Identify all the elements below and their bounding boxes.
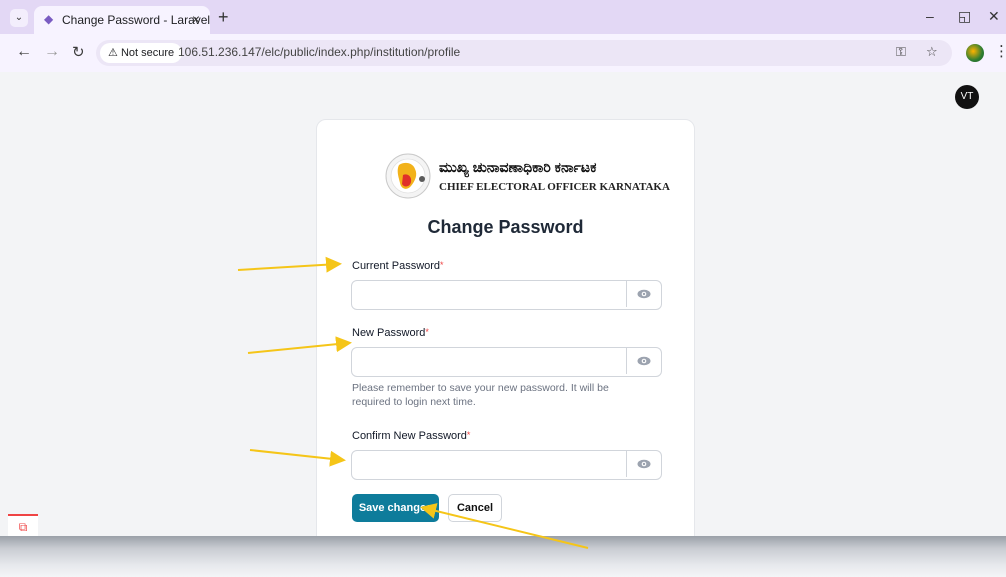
current-password-label-text: Current Password	[352, 260, 441, 272]
eye-icon	[637, 289, 651, 299]
screenshot-shadow	[0, 536, 1006, 577]
restore-icon[interactable]: ◱	[958, 8, 971, 25]
current-password-input[interactable]	[352, 281, 622, 307]
security-chip[interactable]: ⚠ Not secure	[100, 43, 183, 63]
karnataka-seal-icon	[385, 153, 431, 199]
close-window-icon[interactable]: ✕	[988, 8, 1000, 25]
laravel-debugbar-icon[interactable]: ⧉	[8, 514, 38, 536]
security-label: Not secure	[120, 47, 175, 59]
eye-icon	[637, 356, 651, 366]
current-password-label: Current Password*	[352, 260, 444, 272]
password-key-icon[interactable]: ⚿	[896, 44, 906, 60]
browser-menu-icon[interactable]: ⋮	[994, 42, 1006, 60]
toggle-current-password-button[interactable]	[626, 281, 661, 307]
url-text[interactable]: 106.51.236.147/elc/public/index.php/inst…	[178, 45, 460, 59]
browser-window: ⌄ ◆ Change Password - Laravel × + – ◱ ✕ …	[0, 0, 1006, 536]
confirm-password-label: Confirm New Password*	[352, 430, 470, 442]
page-title: Change Password	[427, 217, 584, 237]
tab-strip: ⌄ ◆ Change Password - Laravel × + – ◱ ✕	[0, 0, 1006, 34]
address-bar[interactable]: ⚠ Not secure 106.51.236.147/elc/public/i…	[96, 40, 952, 66]
change-password-card: ಮುಖ್ಯ ಚುನಾವಣಾಧಿಕಾರಿ ಕರ್ನಾಟಕ CHIEF ELECTO…	[316, 119, 695, 536]
required-marker: *	[425, 327, 429, 337]
org-logo: ಮುಖ್ಯ ಚುನಾವಣಾಧಿಕಾರಿ ಕರ್ನಾಟಕ CHIEF ELECTO…	[385, 153, 670, 203]
org-name-english: CHIEF ELECTORAL OFFICER KARNATAKA	[439, 181, 670, 193]
save-changes-button[interactable]: Save changes	[352, 494, 439, 522]
back-icon[interactable]: ←	[16, 43, 32, 61]
toggle-new-password-button[interactable]	[626, 348, 661, 374]
bookmark-star-icon[interactable]: ☆	[926, 44, 938, 60]
password-hint: Please remember to save your new passwor…	[352, 382, 609, 408]
page-content: VT ಮುಖ್ಯ ಚುನಾವಣಾಧಿಕಾರಿ ಕರ್ನಾಟಕ CHIEF ELE…	[0, 72, 1006, 536]
confirm-password-label-text: Confirm New Password	[352, 430, 467, 442]
user-avatar[interactable]: VT	[955, 85, 979, 109]
profile-avatar-icon[interactable]	[966, 44, 984, 62]
forward-icon[interactable]: →	[44, 43, 60, 61]
confirm-password-group	[351, 450, 662, 480]
new-password-input[interactable]	[352, 348, 622, 374]
cancel-button[interactable]: Cancel	[448, 494, 502, 522]
required-marker: *	[440, 260, 444, 270]
required-marker: *	[466, 430, 471, 440]
org-name-kannada: ಮುಖ್ಯ ಚುನಾವಣಾಧಿಕಾರಿ ಕರ್ನಾಟಕ	[439, 159, 597, 175]
browser-tab[interactable]: ◆ Change Password - Laravel ×	[34, 6, 210, 34]
tab-search-icon[interactable]: ⌄	[10, 9, 28, 27]
eye-icon	[637, 459, 651, 469]
tab-close-icon[interactable]: ×	[192, 11, 200, 27]
new-tab-icon[interactable]: +	[218, 7, 229, 28]
toggle-confirm-password-button[interactable]	[626, 451, 661, 477]
new-password-label-text: New Password	[352, 327, 426, 339]
confirm-password-input[interactable]	[352, 451, 622, 477]
minimize-icon[interactable]: –	[926, 8, 934, 24]
warning-icon: ⚠	[108, 47, 118, 59]
tab-title: Change Password - Laravel	[62, 13, 211, 27]
new-password-label: New Password*	[352, 327, 429, 339]
new-password-group	[351, 347, 662, 377]
browser-toolbar: ← → ↻ ⚠ Not secure 106.51.236.147/elc/pu…	[0, 34, 1006, 73]
reload-icon[interactable]: ↻	[72, 43, 85, 61]
current-password-group	[351, 280, 662, 310]
favicon-icon: ◆	[44, 12, 54, 26]
